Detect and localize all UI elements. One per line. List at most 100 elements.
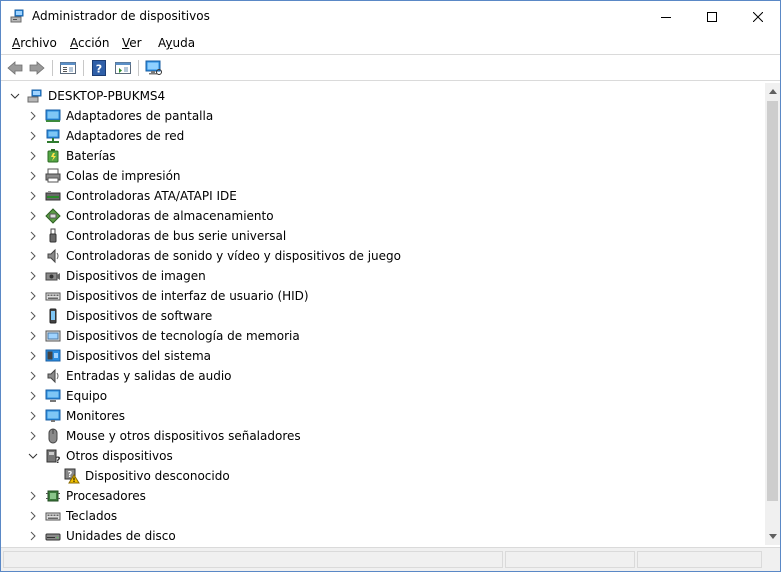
minimize-button[interactable] xyxy=(643,1,689,32)
tree-category-row[interactable]: Teclados xyxy=(1,506,765,526)
chevron-down-icon xyxy=(768,534,777,539)
chevron-right-icon[interactable] xyxy=(28,491,38,501)
close-icon xyxy=(753,11,763,22)
tree-item-label: Otros dispositivos xyxy=(66,449,173,463)
tree-item-label: Controladoras de bus serie universal xyxy=(66,229,287,243)
tree-category-row[interactable]: Procesadores xyxy=(1,486,765,506)
tree-item-label: Controladoras de almacenamiento xyxy=(66,209,274,223)
title-bar[interactable]: Administrador de dispositivos xyxy=(1,1,780,32)
tree-category-row[interactable]: Controladoras de almacenamiento xyxy=(1,206,765,226)
processor-icon xyxy=(46,490,60,502)
scan-hardware-button[interactable] xyxy=(144,59,164,77)
chevron-down-icon[interactable] xyxy=(28,451,38,461)
maximize-icon xyxy=(707,11,717,22)
forward-button[interactable] xyxy=(27,59,47,77)
menu-accion[interactable]: Acción xyxy=(70,36,109,50)
svg-text:?: ? xyxy=(55,456,60,464)
tree-category-row[interactable]: Mouse y otros dispositivos señaladores xyxy=(1,426,765,446)
tree-category-row[interactable]: Equipo xyxy=(1,386,765,406)
tree-category-row[interactable]: Controladoras de sonido y vídeo y dispos… xyxy=(1,246,765,266)
tree-category-row[interactable]: ? Otros dispositivos xyxy=(1,446,765,466)
chevron-right-icon[interactable] xyxy=(28,351,38,361)
close-button[interactable] xyxy=(735,1,781,32)
chevron-right-icon[interactable] xyxy=(28,371,38,381)
memory-icon xyxy=(45,330,61,342)
tree-category-row[interactable]: Baterías xyxy=(1,146,765,166)
properties-icon xyxy=(60,62,76,74)
tree-device-row[interactable]: ? Dispositivo desconocido xyxy=(1,466,765,486)
tree-item-label: Dispositivos de software xyxy=(66,309,213,323)
chevron-right-icon[interactable] xyxy=(28,411,38,421)
tree-category-row[interactable]: Dispositivos de tecnología de memoria xyxy=(1,326,765,346)
maximize-button[interactable] xyxy=(689,1,735,32)
tree-category-row[interactable]: Dispositivos de software xyxy=(1,306,765,326)
menu-ver[interactable]: Ver xyxy=(122,36,142,50)
chevron-right-icon[interactable] xyxy=(28,511,38,521)
tree-item-label: Unidades de disco xyxy=(66,529,176,543)
storage-controller-icon xyxy=(45,208,61,224)
help-button[interactable]: ? xyxy=(89,59,109,77)
tree-category-row[interactable]: Dispositivos del sistema xyxy=(1,346,765,366)
mouse-icon xyxy=(48,428,58,444)
menu-archivo[interactable]: Archivo xyxy=(12,36,57,50)
menu-ayuda[interactable]: Ayuda xyxy=(158,36,195,50)
chevron-down-icon[interactable] xyxy=(10,91,20,101)
properties-button[interactable] xyxy=(58,59,78,77)
tree-item-label: Mouse y otros dispositivos señaladores xyxy=(66,429,301,443)
chevron-right-icon[interactable] xyxy=(28,431,38,441)
chevron-right-icon[interactable] xyxy=(28,111,38,121)
show-hidden-button[interactable] xyxy=(113,59,133,77)
tree-category-row[interactable]: Adaptadores de red xyxy=(1,126,765,146)
chevron-right-icon[interactable] xyxy=(28,191,38,201)
chevron-right-icon[interactable] xyxy=(28,291,38,301)
tree-item-label: Monitores xyxy=(66,409,125,423)
menu-bar: Archivo Acción Ver Ayuda xyxy=(1,32,780,55)
chevron-right-icon[interactable] xyxy=(28,531,38,541)
tree-category-row[interactable]: Entradas y salidas de audio xyxy=(1,366,765,386)
show-hidden-icon xyxy=(115,62,131,74)
chevron-right-icon[interactable] xyxy=(28,271,38,281)
tree-category-row[interactable]: Dispositivos de interfaz de usuario (HID… xyxy=(1,286,765,306)
tree-item-label: Adaptadores de red xyxy=(66,129,185,143)
tree-category-row[interactable]: Controladoras de bus serie universal xyxy=(1,226,765,246)
chevron-up-icon xyxy=(768,89,777,94)
vertical-scrollbar[interactable] xyxy=(765,83,780,545)
scrollbar-thumb[interactable] xyxy=(767,101,778,501)
audio-icon xyxy=(47,368,59,384)
network-adapter-icon xyxy=(46,129,60,143)
scroll-down-button[interactable] xyxy=(765,528,780,545)
tree-item-label: Dispositivos del sistema xyxy=(66,349,212,363)
usb-icon xyxy=(49,228,57,243)
scroll-up-button[interactable] xyxy=(765,83,780,100)
tree-category-row[interactable]: Dispositivos de imagen xyxy=(1,266,765,286)
window-title: Administrador de dispositivos xyxy=(32,9,210,23)
computer-root-icon xyxy=(27,89,42,103)
speaker-icon xyxy=(47,248,59,264)
tree-item-label: Colas de impresión xyxy=(66,169,181,183)
tree-category-row[interactable]: Adaptadores de pantalla xyxy=(1,106,765,126)
chevron-right-icon[interactable] xyxy=(28,391,38,401)
chevron-right-icon[interactable] xyxy=(28,251,38,261)
status-pane-tertiary xyxy=(637,551,762,568)
monitor-icon xyxy=(45,409,61,422)
tree-category-row[interactable]: Colas de impresión xyxy=(1,166,765,186)
print-queue-icon xyxy=(45,168,61,183)
back-button[interactable] xyxy=(5,59,25,77)
chevron-right-icon[interactable] xyxy=(28,311,38,321)
ide-controller-icon xyxy=(45,191,61,201)
minimize-icon xyxy=(661,16,671,18)
tree-category-row[interactable]: Controladoras ATA/ATAPI IDE xyxy=(1,186,765,206)
chevron-right-icon[interactable] xyxy=(28,211,38,221)
device-tree[interactable]: DESKTOP-PBUKMS4 Adaptadores de pantalla A… xyxy=(1,83,765,545)
battery-icon xyxy=(47,149,59,163)
chevron-right-icon[interactable] xyxy=(28,331,38,341)
tree-root[interactable]: DESKTOP-PBUKMS4 xyxy=(1,86,765,106)
chevron-right-icon[interactable] xyxy=(28,131,38,141)
tree-category-row[interactable]: Unidades de disco xyxy=(1,526,765,545)
chevron-right-icon[interactable] xyxy=(28,231,38,241)
chevron-right-icon[interactable] xyxy=(28,151,38,161)
tree-category-row[interactable]: Monitores xyxy=(1,406,765,426)
status-pane-secondary xyxy=(505,551,635,568)
chevron-right-icon[interactable] xyxy=(28,171,38,181)
device-manager-app-icon xyxy=(10,8,26,24)
